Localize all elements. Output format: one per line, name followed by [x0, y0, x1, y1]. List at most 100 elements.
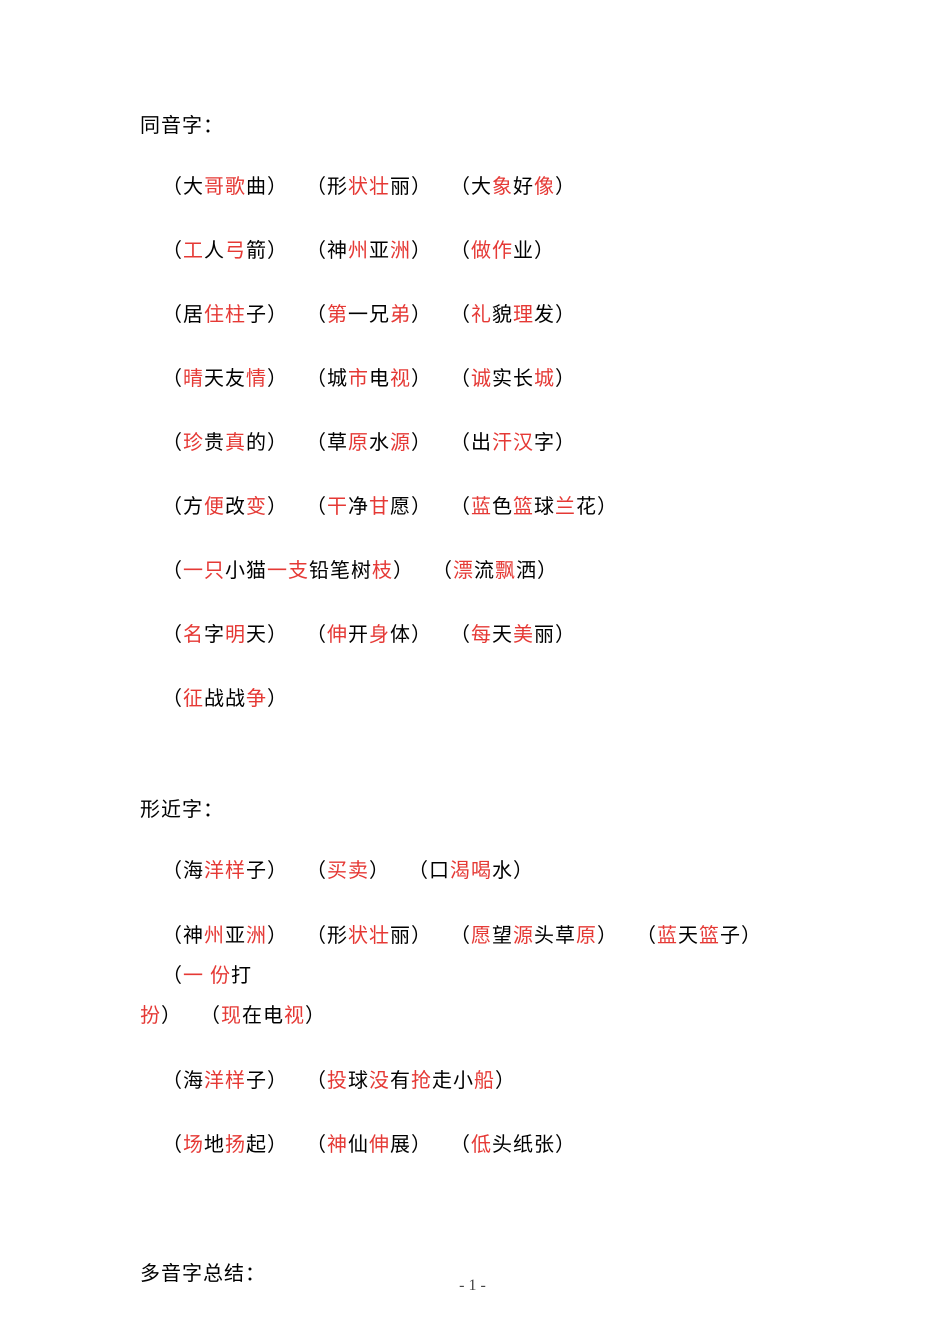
- plain-text: ）: [267, 496, 288, 518]
- plain-text: 地: [204, 1134, 225, 1156]
- plain-text: （: [306, 860, 327, 882]
- highlighted-text: 做作: [471, 240, 513, 262]
- plain-text: 亚: [225, 925, 246, 947]
- word-group: （做作业）: [450, 240, 555, 262]
- content-row: （大哥歌曲）（形状壮丽）（大象好像）: [140, 168, 805, 206]
- highlighted-text: 市: [348, 368, 369, 390]
- word-group: （蓝天篮子）: [636, 925, 762, 947]
- highlighted-text: 状壮: [348, 925, 390, 947]
- plain-text: （: [162, 1134, 183, 1156]
- plain-text: （形: [306, 925, 348, 947]
- plain-text: 子）: [246, 304, 288, 326]
- plain-text: 字）: [534, 432, 576, 454]
- highlighted-text: 洲: [390, 240, 411, 262]
- plain-text: 亚: [369, 240, 390, 262]
- word-group: （珍贵真的）: [162, 432, 288, 454]
- row-indent: （海洋样子）（投球没有抢走小船）: [140, 1062, 805, 1100]
- plain-text: 走小: [432, 1070, 474, 1092]
- plain-text: ）: [555, 368, 576, 390]
- word-group: （晴天友情）: [162, 368, 288, 390]
- plain-text: （神: [306, 240, 348, 262]
- word-group: （场地扬起）: [162, 1134, 288, 1156]
- highlighted-text: 洲: [246, 925, 267, 947]
- plain-text: 水）: [492, 860, 534, 882]
- plain-text: ）: [161, 1005, 182, 1027]
- highlighted-text: 投: [327, 1070, 348, 1092]
- plain-text: （: [162, 688, 183, 710]
- plain-text: （海: [162, 1070, 204, 1092]
- word-group: （漂流飘洒）: [432, 560, 558, 582]
- highlighted-text: 名: [183, 624, 204, 646]
- content-row: （名字明天）（伸开身体）（每天美丽）: [140, 616, 805, 654]
- plain-text: ）: [597, 925, 618, 947]
- plain-text: ）: [411, 368, 432, 390]
- plain-text: 箭）: [246, 240, 288, 262]
- plain-text: 曲）: [246, 176, 288, 198]
- section-similar-title: 形近字：: [140, 794, 805, 826]
- highlighted-text: 像: [534, 176, 555, 198]
- plain-text: 小猫: [225, 560, 267, 582]
- plain-text: 愿）: [390, 496, 432, 518]
- plain-text: （: [306, 304, 327, 326]
- plain-text: 改: [225, 496, 246, 518]
- plain-text: 开: [348, 624, 369, 646]
- highlighted-text: 抢: [411, 1070, 432, 1092]
- highlighted-text: 甘: [369, 496, 390, 518]
- highlighted-text: 一支: [267, 560, 309, 582]
- word-group: （买卖）: [306, 860, 390, 882]
- content-row: （居住柱子）（第一兄弟）（礼貌理发）: [140, 296, 805, 334]
- word-group: （居住柱子）: [162, 304, 288, 326]
- highlighted-text: 变: [246, 496, 267, 518]
- word-group: （神州亚洲）: [162, 925, 288, 947]
- plain-text: 人: [204, 240, 225, 262]
- page-number: - 1 -: [0, 1277, 945, 1295]
- plain-text: （: [306, 1070, 327, 1092]
- content-row: （场地扬起）（神仙伸展）（低头纸张）: [140, 1126, 805, 1164]
- plain-text: 天）: [246, 624, 288, 646]
- plain-text: （: [162, 240, 183, 262]
- plain-text: 子）: [246, 1070, 288, 1092]
- plain-text: 字: [204, 624, 225, 646]
- highlighted-text: 场: [183, 1134, 204, 1156]
- word-group: （低头纸张）: [450, 1134, 576, 1156]
- plain-text: （: [450, 925, 471, 947]
- highlighted-text: 明: [225, 624, 246, 646]
- highlighted-text: 汗汉: [492, 432, 534, 454]
- plain-text: （口: [408, 860, 450, 882]
- plain-text: 体）: [390, 624, 432, 646]
- word-group: （一 份打: [162, 965, 252, 987]
- section-gap: [140, 1190, 805, 1240]
- plain-text: （: [200, 1005, 221, 1027]
- word-group: （投球没有抢走小船）: [306, 1070, 516, 1092]
- section-gap-small: [140, 1240, 805, 1258]
- plain-text: 一兄: [348, 304, 390, 326]
- highlighted-text: 征: [183, 688, 204, 710]
- plain-text: 天: [678, 925, 699, 947]
- plain-text: （: [450, 368, 471, 390]
- plain-text: ）: [555, 176, 576, 198]
- highlighted-text: 兰: [555, 496, 576, 518]
- plain-text: 天: [492, 624, 513, 646]
- highlighted-text: 珍: [183, 432, 204, 454]
- highlighted-text: 买卖: [327, 860, 369, 882]
- highlighted-text: 源: [513, 925, 534, 947]
- plain-text: （: [450, 496, 471, 518]
- plain-text: 球: [534, 496, 555, 518]
- plain-text: （草: [306, 432, 348, 454]
- word-group: （干净甘愿）: [306, 496, 432, 518]
- highlighted-text: 便: [204, 496, 225, 518]
- highlighted-text: 蓝: [657, 925, 678, 947]
- row-indent: （一只小猫一支铅笔树枝）（漂流飘洒）: [140, 552, 805, 590]
- plain-text: （: [306, 624, 327, 646]
- highlighted-text: 扮: [140, 1005, 161, 1027]
- word-group: （出汗汉字）: [450, 432, 576, 454]
- highlighted-text: 视: [284, 1005, 305, 1027]
- row-indent: （居住柱子）（第一兄弟）（礼貌理发）: [140, 296, 805, 334]
- highlighted-text: 象: [492, 176, 513, 198]
- plain-text: 头纸张）: [492, 1134, 576, 1156]
- highlighted-text: 神: [327, 1134, 348, 1156]
- highlighted-text: 哥歌: [204, 176, 246, 198]
- plain-text: （形: [306, 176, 348, 198]
- highlighted-text: 渴喝: [450, 860, 492, 882]
- highlighted-text: 飘: [495, 560, 516, 582]
